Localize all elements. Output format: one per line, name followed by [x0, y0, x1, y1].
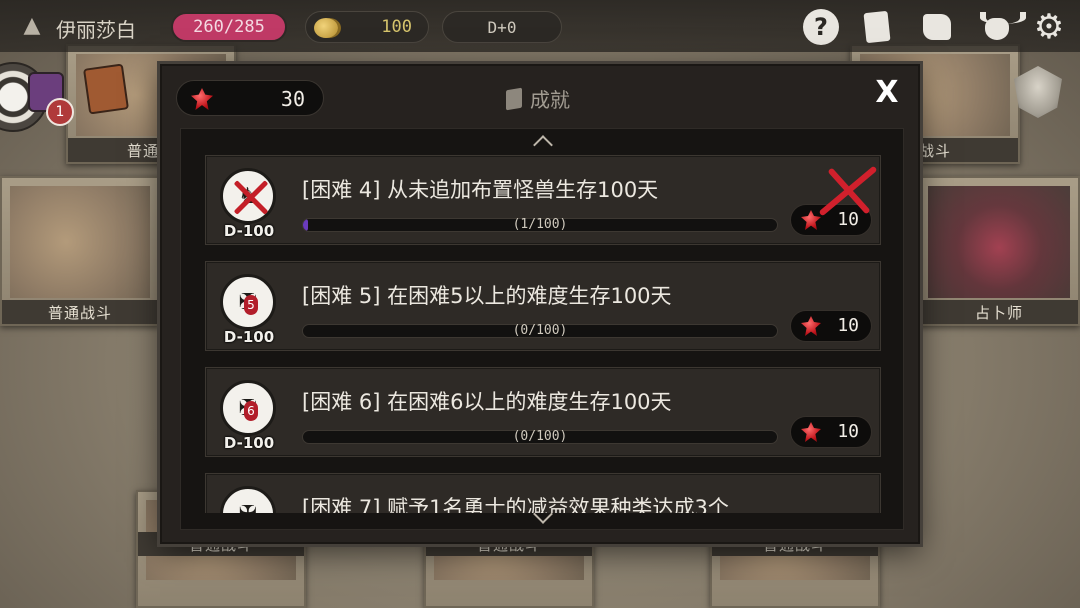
progress-text: (0/100) — [512, 323, 568, 338]
scroll-down-chevron-icon[interactable] — [532, 513, 552, 523]
gem-counter: 30 — [176, 80, 324, 116]
level-number: 5 — [244, 295, 258, 315]
day-counter: D+0 — [442, 11, 562, 43]
scroll-up-chevron-icon[interactable] — [532, 135, 552, 145]
card-art — [928, 186, 1070, 298]
red-x-mark-icon — [816, 160, 878, 222]
red-gem-icon — [801, 422, 821, 442]
achievement-title: [困难 5] 在困难5以上的难度生存100天 — [302, 284, 672, 308]
card-label: 普通战斗 — [2, 300, 158, 324]
reward-value: 10 — [837, 421, 859, 442]
player-name: 伊丽莎白 — [56, 18, 136, 42]
day-tag: D-100 — [223, 434, 275, 452]
level-number: 6 — [244, 401, 258, 421]
gold-counter: 100 — [305, 11, 429, 43]
achievement-row[interactable]: ✠ 6 D-100 [困难 6] 在困难6以上的难度生存100天 (0/100)… — [205, 367, 881, 457]
reward-value: 10 — [837, 315, 859, 336]
top-hud: ▲ 伊丽莎白 260/285 100 D+0 ? ⚙ — [0, 0, 1080, 52]
gold-value: 100 — [381, 17, 412, 37]
scroll-icon[interactable] — [918, 8, 956, 46]
hp-counter: 260/285 — [171, 12, 287, 42]
gem-count: 30 — [280, 87, 305, 111]
monster-crossed-icon: ♞ — [220, 168, 276, 224]
close-button[interactable]: X — [872, 78, 902, 108]
help-button[interactable]: ? — [803, 9, 839, 45]
achievement-list-frame: ♞ D-100 [困难 4] 从未追加布置怪兽生存100天 (1/100) 10 — [180, 128, 904, 530]
modal-title-text: 成就 — [530, 88, 570, 112]
card-art — [10, 186, 150, 298]
notification-badge: 1 — [46, 98, 74, 126]
achievement-title: [困难 6] 在困难6以上的难度生存100天 — [302, 390, 672, 414]
achievement-row[interactable]: ✠ 5 D-100 [困难 5] 在困难5以上的难度生存100天 (0/100)… — [205, 261, 881, 351]
achievement-title: [困难 4] 从未追加布置怪兽生存100天 — [302, 178, 659, 202]
card-label: 占卜师 — [920, 300, 1078, 324]
demon-icon[interactable] — [978, 8, 1026, 46]
winged-sword-icon: ✠ 5 — [220, 274, 276, 330]
board-card[interactable]: 普通战斗 — [0, 176, 160, 326]
modal-title: 成就 — [506, 84, 570, 113]
winged-sword-icon: ✠ — [220, 486, 276, 513]
red-gem-icon — [801, 316, 821, 336]
book-icon — [506, 87, 522, 110]
coin-icon — [314, 18, 338, 38]
achievement-list[interactable]: ♞ D-100 [困难 4] 从未追加布置怪兽生存100天 (1/100) 10 — [205, 155, 881, 513]
reward-pill[interactable]: 10 — [790, 416, 872, 448]
winged-sword-icon: ✠ 6 — [220, 380, 276, 436]
progress-text: (0/100) — [512, 429, 568, 444]
day-tag: D-100 — [223, 328, 275, 346]
gear-icon[interactable]: ⚙ — [1030, 8, 1068, 46]
red-gem-icon — [191, 88, 213, 110]
spellbook-icon[interactable] — [82, 63, 130, 115]
wings-glyph: ✠ — [223, 489, 273, 514]
cards-icon[interactable] — [858, 8, 896, 46]
day-tag: D-100 — [223, 222, 275, 240]
reward-pill[interactable]: 10 — [790, 310, 872, 342]
achievements-modal: 30 成就 X ♞ D-100 [困难 4] 从未追加布置怪兽生存100天 (1… — [160, 64, 920, 544]
achievement-title: [困难 7] 赋予1名勇士的减益效果种类达成3个 — [302, 496, 729, 513]
progress-text: (1/100) — [512, 217, 568, 232]
achievement-row[interactable]: ♞ D-100 [困难 4] 从未追加布置怪兽生存100天 (1/100) 10 — [205, 155, 881, 245]
board-card[interactable]: 占卜师 — [918, 176, 1080, 326]
class-emblem-icon: ▲ — [23, 13, 41, 38]
